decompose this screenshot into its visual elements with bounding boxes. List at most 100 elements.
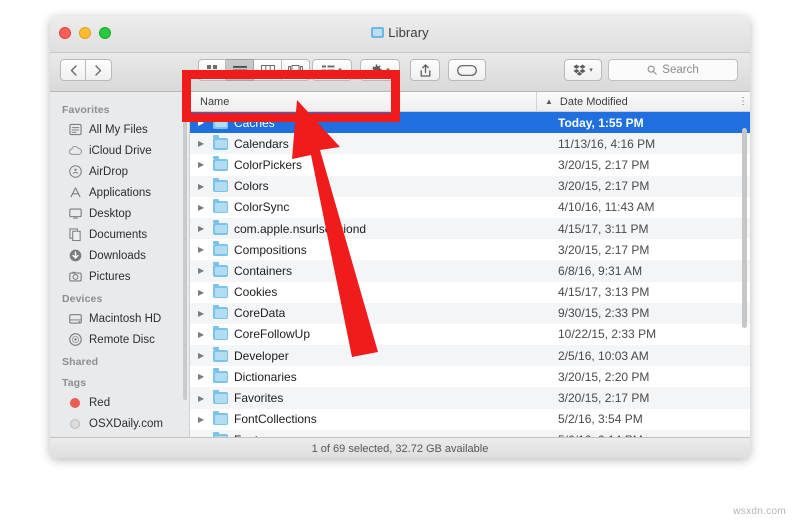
sidebar-item-applications[interactable]: Applications bbox=[50, 182, 189, 203]
table-row[interactable]: ▶ Containers 6/8/16, 9:31 AM bbox=[190, 260, 750, 282]
folder-icon bbox=[213, 241, 228, 256]
table-row[interactable]: ▶ Compositions 3/20/15, 2:17 PM bbox=[190, 239, 750, 260]
disclosure-triangle-icon[interactable]: ▶ bbox=[198, 415, 207, 424]
file-name-cell[interactable]: ▶ Calendars bbox=[190, 135, 550, 151]
file-name-cell[interactable]: ▶ ColorSync bbox=[190, 198, 550, 214]
disclosure-triangle-icon[interactable]: ▶ bbox=[198, 309, 207, 318]
file-name-cell[interactable]: ▶ CoreData bbox=[190, 304, 550, 320]
table-row[interactable]: ▶ CoreData 9/30/15, 2:33 PM bbox=[190, 302, 750, 324]
sidebar-item-airdrop[interactable]: AirDrop bbox=[50, 161, 189, 182]
folder-icon bbox=[213, 325, 228, 341]
table-row[interactable]: ▶ FontCollections 5/2/16, 3:54 PM bbox=[190, 409, 750, 430]
disclosure-triangle-icon[interactable]: ▶ bbox=[198, 182, 207, 191]
disclosure-triangle-icon[interactable]: ▶ bbox=[198, 330, 207, 339]
icon-view-button[interactable] bbox=[198, 59, 226, 81]
icloud-icon bbox=[68, 144, 82, 158]
date-modified-cell: 11/13/16, 4:16 PM bbox=[558, 136, 656, 151]
edit-tags-button[interactable] bbox=[448, 59, 486, 81]
arrange-by-button[interactable]: ▾ bbox=[312, 59, 352, 81]
table-row[interactable]: ▶ Fonts 5/6/16, 2:14 PM bbox=[190, 429, 750, 437]
dropbox-button[interactable]: ▾ bbox=[564, 59, 602, 81]
file-list-scrollbar[interactable] bbox=[742, 128, 747, 328]
action-menu-button[interactable]: ▾ bbox=[360, 59, 400, 81]
file-name-cell[interactable]: ▶ Dictionaries bbox=[190, 368, 550, 384]
table-row[interactable]: ▶ ColorPickers 3/20/15, 2:17 PM bbox=[190, 154, 750, 175]
file-name-cell[interactable]: ▶ Fonts bbox=[190, 431, 550, 437]
folder-icon bbox=[213, 114, 228, 129]
disclosure-triangle-icon[interactable]: ▶ bbox=[198, 224, 207, 233]
window-titlebar[interactable]: Library bbox=[50, 16, 750, 53]
disclosure-triangle-icon[interactable]: ▶ bbox=[198, 351, 207, 360]
file-name-cell[interactable]: ▶ ColorPickers bbox=[190, 156, 550, 172]
sidebar-section-tags-header: Tags bbox=[62, 377, 87, 389]
file-name-cell[interactable]: ▶ Compositions bbox=[190, 241, 550, 257]
file-name-cell[interactable]: ▶ Containers bbox=[190, 262, 550, 278]
grid-icon bbox=[207, 65, 217, 75]
sidebar-item-label: All My Files bbox=[89, 123, 148, 136]
file-name-label: Colors bbox=[234, 179, 269, 194]
file-name-cell[interactable]: ▶ Colors bbox=[190, 177, 550, 194]
disclosure-triangle-icon[interactable]: ▶ bbox=[198, 118, 207, 127]
table-row[interactable]: ▶ Developer 2/5/16, 10:03 AM bbox=[190, 345, 750, 367]
table-row[interactable]: ▶ Caches Today, 1:55 PM bbox=[190, 112, 750, 134]
table-row[interactable]: ▶ Favorites 3/20/15, 2:17 PM bbox=[190, 387, 750, 409]
disclosure-triangle-icon[interactable]: ▶ bbox=[198, 139, 207, 148]
pictures-icon bbox=[68, 270, 82, 284]
search-input[interactable]: Search bbox=[608, 59, 738, 81]
date-modified-cell: 3/20/15, 2:17 PM bbox=[558, 179, 650, 194]
file-name-cell[interactable]: ▶ CoreFollowUp bbox=[190, 325, 550, 341]
coverflow-view-button[interactable] bbox=[282, 59, 310, 81]
file-name-cell[interactable]: ▶ Favorites bbox=[190, 389, 550, 406]
share-button[interactable] bbox=[410, 59, 440, 81]
list-view-button[interactable] bbox=[226, 59, 254, 81]
table-row[interactable]: ▶ Calendars 11/13/16, 4:16 PM bbox=[190, 133, 750, 155]
chevron-down-icon: ▾ bbox=[386, 67, 390, 74]
disclosure-triangle-icon[interactable]: ▶ bbox=[198, 394, 207, 403]
table-row[interactable]: ▶ Cookies 4/15/17, 3:13 PM bbox=[190, 282, 750, 303]
file-name-label: Favorites bbox=[234, 391, 284, 406]
date-modified-cell: 4/15/17, 3:11 PM bbox=[558, 221, 649, 236]
column-view-button[interactable] bbox=[254, 59, 282, 81]
table-row[interactable]: ▶ CoreFollowUp 10/22/15, 2:33 PM bbox=[190, 324, 750, 345]
folder-icon bbox=[213, 262, 228, 277]
date-modified-cell: 3/20/15, 2:17 PM bbox=[558, 391, 650, 406]
sidebar-item-tag-red[interactable]: Red bbox=[50, 392, 189, 413]
sidebar-item-downloads[interactable]: Downloads bbox=[50, 245, 189, 266]
sidebar-item-tag-osxdaily[interactable]: OSXDaily.com bbox=[50, 413, 189, 434]
sidebar-item-documents[interactable]: Documents bbox=[50, 224, 189, 245]
status-bar: 1 of 69 selected, 32.72 GB available bbox=[50, 437, 750, 458]
sidebar-section-shared-header: Shared bbox=[62, 356, 99, 368]
file-name-cell[interactable]: ▶ Caches bbox=[190, 114, 550, 130]
file-name-cell[interactable]: ▶ FontCollections bbox=[190, 410, 550, 426]
table-row[interactable]: ▶ Colors 3/20/15, 2:17 PM bbox=[190, 175, 750, 197]
disclosure-triangle-icon[interactable]: ▶ bbox=[198, 203, 207, 212]
sidebar-item-remote-disc[interactable]: Remote Disc bbox=[50, 329, 189, 350]
file-name-cell[interactable]: ▶ Developer bbox=[190, 347, 550, 363]
back-button[interactable] bbox=[60, 59, 86, 81]
column-header-date-modified[interactable]: ▲ Date Modified bbox=[536, 92, 736, 111]
file-rows: ▶ Caches Today, 1:55 PM ▶ Calendars 11/13/16,… bbox=[190, 112, 750, 437]
column-options-button[interactable]: ⋮ bbox=[736, 96, 750, 107]
forward-button[interactable] bbox=[86, 59, 112, 81]
disclosure-triangle-icon[interactable]: ▶ bbox=[198, 436, 207, 437]
column-headers: Name ▲ Date Modified ⋮ bbox=[190, 92, 750, 112]
all-my-files-icon bbox=[68, 123, 82, 137]
table-row[interactable]: ▶ ColorSync 4/10/16, 11:43 AM bbox=[190, 197, 750, 218]
disclosure-triangle-icon[interactable]: ▶ bbox=[198, 266, 207, 275]
table-row[interactable]: ▶ com.apple.nsurlsessiond 4/15/17, 3:11 PM bbox=[190, 217, 750, 240]
disclosure-triangle-icon[interactable]: ▶ bbox=[198, 372, 207, 381]
sidebar-item-pictures[interactable]: Pictures bbox=[50, 266, 189, 287]
airdrop-icon bbox=[68, 165, 82, 179]
sidebar-item-macintosh-hd[interactable]: Macintosh HD bbox=[50, 308, 189, 329]
sidebar-item-all-my-files[interactable]: All My Files bbox=[50, 119, 189, 140]
sidebar-item-desktop[interactable]: Desktop bbox=[50, 203, 189, 224]
sidebar-item-icloud-drive[interactable]: iCloud Drive bbox=[50, 140, 189, 161]
sidebar-scrollbar[interactable] bbox=[183, 100, 187, 400]
file-name-cell[interactable]: ▶ com.apple.nsurlsessiond bbox=[190, 220, 550, 236]
disclosure-triangle-icon[interactable]: ▶ bbox=[198, 245, 207, 254]
table-row[interactable]: ▶ Dictionaries 3/20/15, 2:20 PM bbox=[190, 366, 750, 387]
disclosure-triangle-icon[interactable]: ▶ bbox=[198, 160, 207, 169]
file-name-cell[interactable]: ▶ Cookies bbox=[190, 283, 550, 299]
column-header-name[interactable]: Name bbox=[190, 96, 536, 108]
disclosure-triangle-icon[interactable]: ▶ bbox=[198, 288, 207, 297]
